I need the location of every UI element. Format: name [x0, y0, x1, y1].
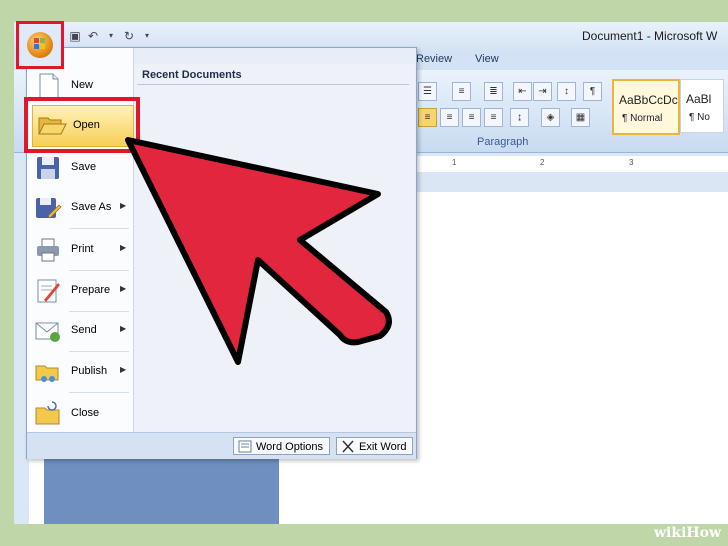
watermark-how: How [686, 525, 722, 541]
numbering-button[interactable]: ≡ [452, 82, 471, 101]
recent-documents-divider [137, 84, 409, 85]
prepare-icon [37, 279, 60, 303]
tab-view[interactable]: View [475, 53, 499, 65]
pointer-arrow-icon [125, 137, 392, 365]
horizontal-ruler: 1 2 3 [414, 156, 728, 173]
publish-icon [35, 365, 59, 382]
borders-button[interactable]: ▦ [571, 108, 590, 127]
align-center-button[interactable]: ≡ [440, 108, 459, 127]
options-icon [238, 440, 252, 453]
menu-item-label: Close [71, 407, 100, 419]
recent-documents-title: Recent Documents [142, 69, 242, 81]
line-spacing-button[interactable]: ↨ [510, 108, 529, 127]
office-button[interactable] [16, 21, 64, 69]
menu-item-close[interactable]: Close [27, 394, 133, 434]
ruler-mark: 2 [540, 158, 545, 167]
customize-toolbar-icon[interactable]: ▾ [140, 29, 154, 43]
printer-icon [37, 238, 59, 262]
menu-item-label: Save As [71, 201, 112, 213]
menu-item-label: Save [71, 161, 97, 173]
office-orb-icon [27, 32, 53, 58]
increase-indent-button[interactable]: ⇥ [533, 82, 552, 101]
menu-item-label: Open [73, 119, 100, 131]
menu-item-label: Publish [71, 365, 108, 377]
shading-button[interactable]: ◈ [541, 108, 560, 127]
title-bar: ▣ ↶ ▾ ↻ ▾ Document1 - Microsoft W [14, 22, 728, 50]
menu-item-label: New [71, 79, 94, 91]
redo-icon[interactable]: ↻ [122, 29, 136, 43]
word-options-label: Word Options [256, 441, 324, 453]
office-logo-icon [34, 38, 45, 49]
watermark-wiki: wiki [654, 525, 687, 541]
quick-access-toolbar: ▣ ↶ ▾ ↻ ▾ [68, 27, 154, 45]
open-folder-icon [38, 117, 67, 135]
style-name: ¶ No [689, 112, 710, 123]
show-marks-button[interactable]: ¶ [583, 82, 602, 101]
exit-word-label: Exit Word [359, 441, 407, 453]
decrease-indent-button[interactable]: ⇤ [513, 82, 532, 101]
paragraph-group-label: Paragraph [477, 136, 529, 148]
exit-word-button[interactable]: Exit Word [336, 437, 414, 455]
menu-item-label: Prepare [71, 284, 111, 296]
bullets-button[interactable]: ☰ [418, 82, 437, 101]
new-document-icon [39, 73, 59, 99]
style-sample-text: AaBl [686, 92, 712, 106]
style-no-spacing[interactable]: AaBl ¶ No [680, 79, 724, 133]
menu-item-label: Print [71, 243, 94, 255]
chevron-down-icon[interactable]: ▾ [104, 29, 118, 43]
sort-button[interactable]: ↕ [557, 82, 576, 101]
justify-button[interactable]: ≡ [484, 108, 503, 127]
style-normal[interactable]: AaBbCcDc ¶ Normal [612, 79, 680, 135]
ruler-mark: 1 [452, 158, 457, 167]
menu-item-label: Send [71, 324, 97, 336]
align-right-button[interactable]: ≡ [462, 108, 481, 127]
save-icon[interactable]: ▣ [68, 29, 82, 43]
send-icon [35, 322, 60, 342]
document-area-shadow [44, 452, 279, 524]
style-sample-text: AaBbCcDc [619, 93, 678, 107]
save-as-icon [36, 198, 62, 219]
style-name: ¶ Normal [622, 113, 663, 124]
undo-icon[interactable]: ↶ [86, 29, 100, 43]
close-icon [342, 440, 354, 453]
menu-separator [69, 392, 129, 393]
save-disk-icon [37, 157, 59, 179]
styles-gallery: AaBbCcDc ¶ Normal AaBl ¶ No [612, 79, 724, 135]
align-left-button[interactable]: ≡ [418, 108, 437, 127]
office-menu-footer: Word Options Exit Word [27, 432, 416, 459]
ruler-mark: 3 [629, 158, 634, 167]
close-folder-icon [35, 401, 60, 425]
window-title: Document1 - Microsoft W [582, 29, 718, 43]
wikihow-watermark: wikiHow [654, 525, 721, 541]
multilevel-list-button[interactable]: ≣ [484, 82, 503, 101]
tab-review[interactable]: Review [416, 53, 452, 65]
word-options-button[interactable]: Word Options [233, 437, 331, 455]
